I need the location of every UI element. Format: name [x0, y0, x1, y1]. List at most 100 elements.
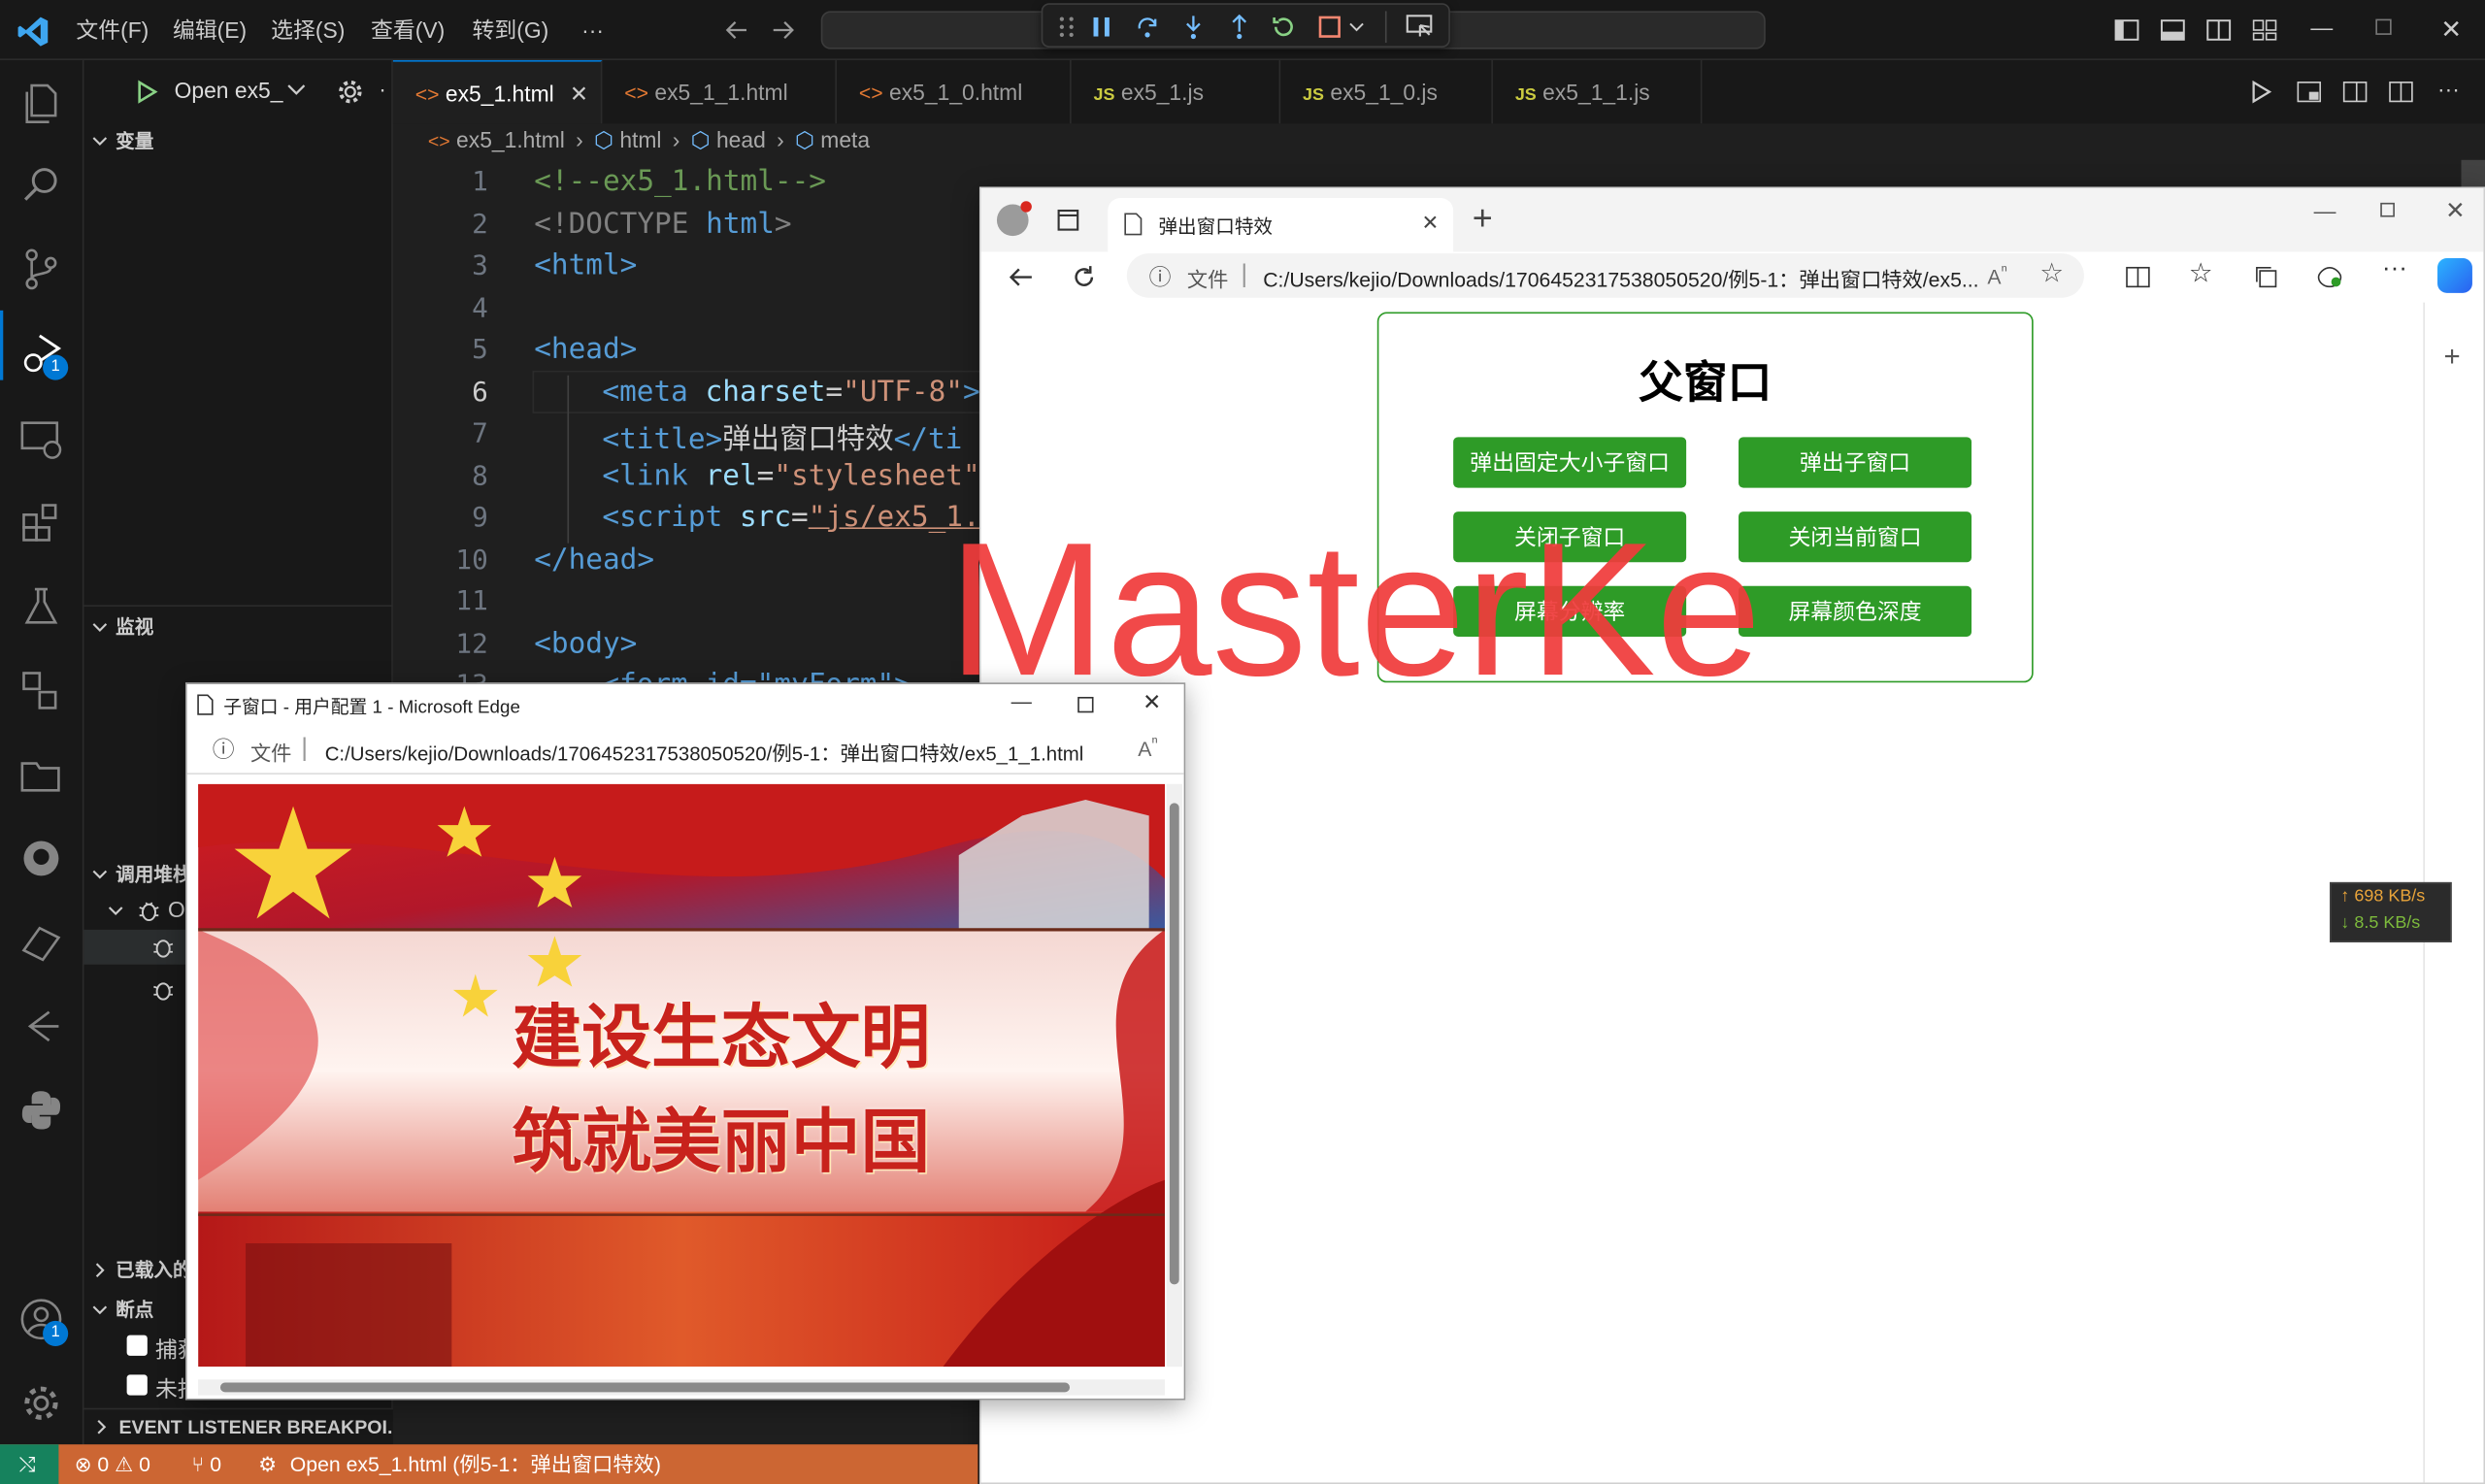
- run-file-icon[interactable]: [2250, 80, 2272, 105]
- menu-view[interactable]: 查看(V): [371, 0, 445, 60]
- live-share-icon[interactable]: [17, 918, 65, 966]
- tab-ex5-1-1-js[interactable]: JS ex5_1_1.js: [1493, 60, 1703, 124]
- breadcrumb-file[interactable]: ex5_1.html: [456, 127, 565, 152]
- breakpoint-checkbox[interactable]: [126, 1374, 148, 1396]
- new-tab-icon[interactable]: +: [1473, 198, 1493, 239]
- tab-ex5-1-1-html[interactable]: <> ex5_1_1.html: [602, 60, 838, 124]
- copilot-icon[interactable]: [2437, 257, 2472, 293]
- edge-devtools-icon[interactable]: [17, 1003, 65, 1050]
- stop-dropdown-icon[interactable]: [1348, 20, 1364, 33]
- debug-status-label[interactable]: Open ex5_1.html (例5-1：弹出窗口特效): [290, 1444, 661, 1484]
- open-child-window-button[interactable]: 弹出子窗口: [1739, 437, 1972, 488]
- remote-indicator[interactable]: ⤭: [0, 1444, 59, 1484]
- tab-ex5-1-0-html[interactable]: <> ex5_1_0.html: [837, 60, 1072, 124]
- debug-config-select[interactable]: Open ex5_: [175, 78, 283, 103]
- watch-section[interactable]: 监视: [84, 610, 393, 644]
- line-number: 4: [472, 292, 488, 325]
- back-arrow-icon[interactable]: [1008, 265, 1033, 290]
- address-bar[interactable]: ⓘ 文件 | C:/Users/kejio/Downloads/17064523…: [1126, 253, 2084, 298]
- screen-color-depth-button[interactable]: 屏幕颜色深度: [1739, 585, 1972, 637]
- tab-close-icon[interactable]: ✕: [570, 81, 588, 106]
- breadcrumb-meta[interactable]: meta: [820, 127, 870, 152]
- testing-icon[interactable]: [17, 583, 65, 631]
- minimize-icon[interactable]: —: [2310, 15, 2333, 40]
- ports-indicator[interactable]: ⑂ 0: [192, 1444, 221, 1484]
- debug-badge: 1: [43, 354, 69, 380]
- forward-arrow-icon[interactable]: [770, 17, 795, 43]
- info-icon[interactable]: ⓘ: [1149, 261, 1172, 293]
- toggle-secondary-sidebar-icon[interactable]: [2206, 17, 2232, 43]
- split-screen-icon[interactable]: [2125, 265, 2150, 290]
- menu-go[interactable]: 转到(G): [473, 0, 549, 60]
- tab-ex5-1-0-js[interactable]: JS ex5_1_0.js: [1280, 60, 1493, 124]
- tab-ex5-1-js[interactable]: JS ex5_1.js: [1072, 60, 1281, 124]
- step-over-icon[interactable]: [1135, 15, 1160, 40]
- extensions-icon[interactable]: [17, 499, 65, 546]
- config-dropdown-icon[interactable]: [287, 82, 307, 98]
- maximize-icon[interactable]: [2380, 202, 2395, 217]
- inspect-icon[interactable]: [1406, 15, 1434, 40]
- favorite-star-icon[interactable]: ☆: [2039, 258, 2064, 290]
- source-control-icon[interactable]: [17, 246, 65, 293]
- step-into-icon[interactable]: [1180, 15, 1206, 40]
- browser-essentials-icon[interactable]: [2317, 265, 2342, 290]
- python-icon[interactable]: [17, 1086, 65, 1134]
- vertical-scrollbar[interactable]: [1166, 783, 1182, 1368]
- folder-icon[interactable]: [17, 750, 65, 798]
- close-icon[interactable]: ✕: [2440, 15, 2462, 47]
- menu-more[interactable]: ···: [581, 0, 604, 60]
- horizontal-scrollbar[interactable]: [198, 1379, 1165, 1396]
- explorer-icon[interactable]: [17, 80, 65, 127]
- scrollbar-thumb[interactable]: [219, 1382, 1071, 1393]
- toggle-sidebar-icon[interactable]: [2114, 17, 2139, 43]
- breadcrumb-head[interactable]: head: [716, 127, 766, 152]
- start-debug-icon[interactable]: [136, 80, 158, 105]
- menu-edit[interactable]: 编辑(E): [173, 0, 247, 60]
- read-aloud-icon[interactable]: Aⁿ: [1138, 734, 1158, 761]
- split-editor-icon[interactable]: [2388, 80, 2413, 105]
- step-out-icon[interactable]: [1227, 14, 1252, 40]
- close-current-window-button[interactable]: 关闭当前窗口: [1739, 511, 1972, 563]
- menu-selection[interactable]: 选择(S): [271, 0, 345, 60]
- debug-settings-gear-icon[interactable]: [336, 78, 364, 106]
- side-panel-add-icon[interactable]: +: [2444, 341, 2461, 374]
- tab-actions-icon[interactable]: [1057, 209, 1079, 231]
- minimize-icon[interactable]: —: [2314, 198, 2336, 223]
- more-actions-icon[interactable]: ·: [379, 76, 386, 101]
- variables-section[interactable]: 变量: [84, 123, 393, 158]
- breadcrumb-html[interactable]: html: [619, 127, 661, 152]
- settings-gear-icon[interactable]: [17, 1379, 65, 1427]
- stop-icon[interactable]: [1317, 15, 1342, 40]
- tab-close-icon[interactable]: ✕: [1421, 211, 1439, 236]
- toggle-panel-icon[interactable]: [2160, 17, 2185, 43]
- pause-icon[interactable]: [1090, 15, 1112, 40]
- scrollbar-thumb[interactable]: [1169, 803, 1179, 1285]
- restart-icon[interactable]: [1271, 15, 1296, 40]
- problems-indicator[interactable]: ⊗ 0 ⚠ 0: [75, 1444, 150, 1484]
- github-icon[interactable]: [17, 835, 65, 882]
- line-number: 10: [455, 544, 488, 577]
- favorites-icon[interactable]: ☆: [2189, 258, 2213, 290]
- open-devtools-icon[interactable]: [2342, 80, 2368, 105]
- refresh-icon[interactable]: [1072, 265, 1097, 290]
- info-icon[interactable]: ⓘ: [213, 734, 235, 766]
- read-aloud-icon[interactable]: Aⁿ: [1987, 261, 2007, 288]
- containers-icon[interactable]: [17, 667, 65, 714]
- back-arrow-icon[interactable]: [724, 17, 749, 43]
- more-menu-icon[interactable]: ···: [2382, 255, 2407, 283]
- line-number: 8: [472, 460, 488, 493]
- close-icon[interactable]: ✕: [2445, 196, 2466, 225]
- open-fixed-size-child-button[interactable]: 弹出固定大小子窗口: [1453, 437, 1687, 488]
- search-icon[interactable]: [17, 161, 65, 209]
- remote-explorer-icon[interactable]: [17, 415, 65, 463]
- menu-file[interactable]: 文件(F): [76, 0, 149, 60]
- restore-icon[interactable]: [2375, 18, 2392, 35]
- drag-handle-icon[interactable]: [1059, 16, 1075, 38]
- open-preview-icon[interactable]: [2297, 80, 2322, 105]
- tab-ex5-1-html[interactable]: <> ex5_1.html ✕: [392, 60, 603, 124]
- customize-layout-icon[interactable]: [2252, 17, 2277, 43]
- breakpoint-checkbox[interactable]: [126, 1335, 148, 1356]
- more-editor-actions-icon[interactable]: ···: [2437, 76, 2460, 101]
- browser-tab[interactable]: 弹出窗口特效 ✕: [1108, 197, 1454, 252]
- collections-icon[interactable]: [2254, 265, 2279, 290]
